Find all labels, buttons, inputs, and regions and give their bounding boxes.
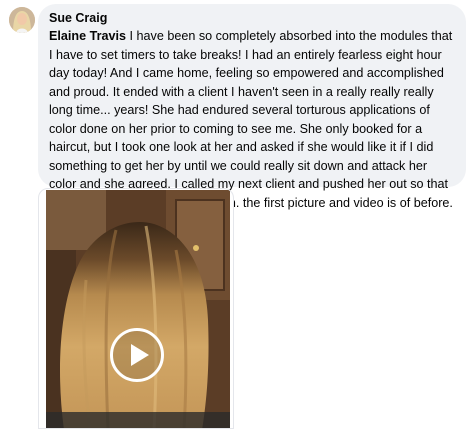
comment-body: Elaine Travis I have been so completely … [49, 27, 454, 212]
comment: Sue Craig Elaine Travis I have been so c… [0, 0, 474, 429]
mention-tag[interactable]: Elaine Travis [49, 29, 126, 43]
video-attachment[interactable] [38, 188, 234, 429]
video-thumbnail[interactable] [46, 190, 230, 428]
play-icon [131, 344, 149, 366]
comment-bubble: Sue Craig Elaine Travis I have been so c… [38, 4, 466, 210]
comment-author[interactable]: Sue Craig [49, 10, 454, 26]
avatar[interactable] [9, 7, 35, 33]
play-button[interactable] [110, 328, 164, 382]
comment-text: I have been so completely absorbed into … [49, 29, 453, 210]
